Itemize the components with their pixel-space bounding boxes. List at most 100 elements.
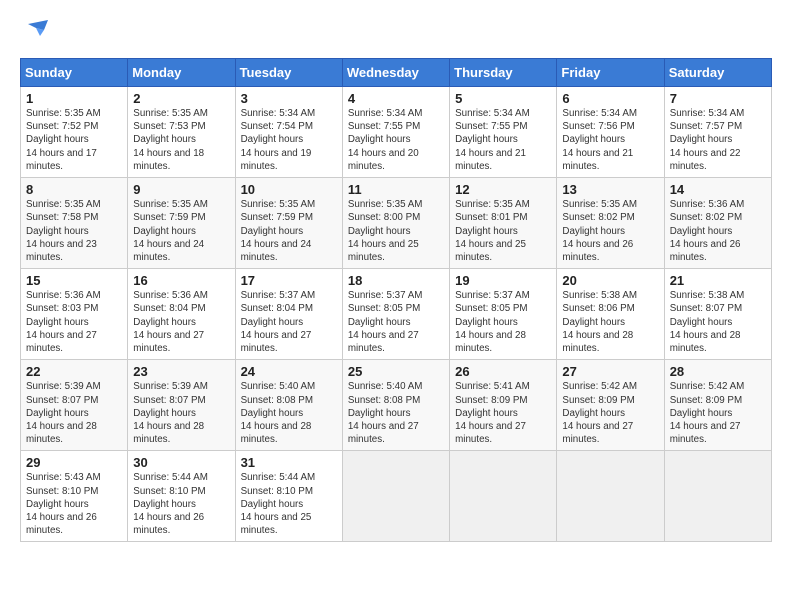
day-info: Sunrise: 5:36 AMSunset: 8:04 PMDaylight … [133,290,208,354]
day-number: 26 [455,364,551,379]
logo [20,16,54,48]
day-number: 16 [133,273,229,288]
day-number: 28 [670,364,766,379]
table-row [664,451,771,542]
day-info: Sunrise: 5:35 AMSunset: 8:00 PMDaylight … [348,199,423,263]
day-info: Sunrise: 5:35 AMSunset: 7:59 PMDaylight … [241,199,316,263]
day-number: 31 [241,455,337,470]
table-row [557,451,664,542]
day-info: Sunrise: 5:34 AMSunset: 7:56 PMDaylight … [562,108,637,172]
day-info: Sunrise: 5:44 AMSunset: 8:10 PMDaylight … [241,472,316,536]
day-info: Sunrise: 5:39 AMSunset: 8:07 PMDaylight … [26,381,101,445]
day-info: Sunrise: 5:41 AMSunset: 8:09 PMDaylight … [455,381,530,445]
day-number: 9 [133,182,229,197]
table-row: 25 Sunrise: 5:40 AMSunset: 8:08 PMDaylig… [342,360,449,451]
day-number: 5 [455,91,551,106]
table-row: 27 Sunrise: 5:42 AMSunset: 8:09 PMDaylig… [557,360,664,451]
calendar-header-row: Sunday Monday Tuesday Wednesday Thursday… [21,59,772,87]
day-number: 13 [562,182,658,197]
day-info: Sunrise: 5:35 AMSunset: 7:53 PMDaylight … [133,108,208,172]
table-row: 20 Sunrise: 5:38 AMSunset: 8:06 PMDaylig… [557,269,664,360]
calendar-week-row: 29 Sunrise: 5:43 AMSunset: 8:10 PMDaylig… [21,451,772,542]
day-number: 6 [562,91,658,106]
day-info: Sunrise: 5:34 AMSunset: 7:54 PMDaylight … [241,108,316,172]
day-number: 22 [26,364,122,379]
day-number: 29 [26,455,122,470]
header-tuesday: Tuesday [235,59,342,87]
day-info: Sunrise: 5:35 AMSunset: 7:58 PMDaylight … [26,199,101,263]
table-row: 12 Sunrise: 5:35 AMSunset: 8:01 PMDaylig… [450,178,557,269]
header-sunday: Sunday [21,59,128,87]
day-number: 4 [348,91,444,106]
table-row: 17 Sunrise: 5:37 AMSunset: 8:04 PMDaylig… [235,269,342,360]
day-info: Sunrise: 5:36 AMSunset: 8:03 PMDaylight … [26,290,101,354]
day-info: Sunrise: 5:35 AMSunset: 8:02 PMDaylight … [562,199,637,263]
day-number: 8 [26,182,122,197]
day-number: 18 [348,273,444,288]
calendar-week-row: 22 Sunrise: 5:39 AMSunset: 8:07 PMDaylig… [21,360,772,451]
day-number: 19 [455,273,551,288]
day-number: 17 [241,273,337,288]
logo-icon [20,16,52,48]
day-info: Sunrise: 5:37 AMSunset: 8:04 PMDaylight … [241,290,316,354]
day-number: 12 [455,182,551,197]
day-info: Sunrise: 5:42 AMSunset: 8:09 PMDaylight … [670,381,745,445]
day-info: Sunrise: 5:35 AMSunset: 7:52 PMDaylight … [26,108,101,172]
header-wednesday: Wednesday [342,59,449,87]
table-row: 28 Sunrise: 5:42 AMSunset: 8:09 PMDaylig… [664,360,771,451]
table-row: 31 Sunrise: 5:44 AMSunset: 8:10 PMDaylig… [235,451,342,542]
day-number: 24 [241,364,337,379]
page: Sunday Monday Tuesday Wednesday Thursday… [0,0,792,612]
table-row: 10 Sunrise: 5:35 AMSunset: 7:59 PMDaylig… [235,178,342,269]
day-info: Sunrise: 5:37 AMSunset: 8:05 PMDaylight … [348,290,423,354]
calendar-week-row: 1 Sunrise: 5:35 AMSunset: 7:52 PMDayligh… [21,87,772,178]
table-row: 29 Sunrise: 5:43 AMSunset: 8:10 PMDaylig… [21,451,128,542]
day-info: Sunrise: 5:39 AMSunset: 8:07 PMDaylight … [133,381,208,445]
day-info: Sunrise: 5:34 AMSunset: 7:57 PMDaylight … [670,108,745,172]
day-info: Sunrise: 5:44 AMSunset: 8:10 PMDaylight … [133,472,208,536]
day-number: 7 [670,91,766,106]
table-row: 3 Sunrise: 5:34 AMSunset: 7:54 PMDayligh… [235,87,342,178]
table-row: 4 Sunrise: 5:34 AMSunset: 7:55 PMDayligh… [342,87,449,178]
table-row: 16 Sunrise: 5:36 AMSunset: 8:04 PMDaylig… [128,269,235,360]
day-info: Sunrise: 5:38 AMSunset: 8:06 PMDaylight … [562,290,637,354]
table-row: 30 Sunrise: 5:44 AMSunset: 8:10 PMDaylig… [128,451,235,542]
day-number: 2 [133,91,229,106]
header-saturday: Saturday [664,59,771,87]
table-row: 5 Sunrise: 5:34 AMSunset: 7:55 PMDayligh… [450,87,557,178]
calendar-week-row: 15 Sunrise: 5:36 AMSunset: 8:03 PMDaylig… [21,269,772,360]
table-row: 7 Sunrise: 5:34 AMSunset: 7:57 PMDayligh… [664,87,771,178]
table-row: 1 Sunrise: 5:35 AMSunset: 7:52 PMDayligh… [21,87,128,178]
day-number: 27 [562,364,658,379]
table-row: 11 Sunrise: 5:35 AMSunset: 8:00 PMDaylig… [342,178,449,269]
day-number: 14 [670,182,766,197]
table-row: 18 Sunrise: 5:37 AMSunset: 8:05 PMDaylig… [342,269,449,360]
table-row: 6 Sunrise: 5:34 AMSunset: 7:56 PMDayligh… [557,87,664,178]
table-row: 14 Sunrise: 5:36 AMSunset: 8:02 PMDaylig… [664,178,771,269]
day-number: 21 [670,273,766,288]
day-number: 20 [562,273,658,288]
day-info: Sunrise: 5:40 AMSunset: 8:08 PMDaylight … [348,381,423,445]
day-number: 25 [348,364,444,379]
header-monday: Monday [128,59,235,87]
table-row [342,451,449,542]
day-info: Sunrise: 5:37 AMSunset: 8:05 PMDaylight … [455,290,530,354]
calendar-week-row: 8 Sunrise: 5:35 AMSunset: 7:58 PMDayligh… [21,178,772,269]
day-number: 30 [133,455,229,470]
table-row: 9 Sunrise: 5:35 AMSunset: 7:59 PMDayligh… [128,178,235,269]
header [20,16,772,48]
table-row: 2 Sunrise: 5:35 AMSunset: 7:53 PMDayligh… [128,87,235,178]
day-info: Sunrise: 5:43 AMSunset: 8:10 PMDaylight … [26,472,101,536]
table-row: 13 Sunrise: 5:35 AMSunset: 8:02 PMDaylig… [557,178,664,269]
day-info: Sunrise: 5:40 AMSunset: 8:08 PMDaylight … [241,381,316,445]
day-info: Sunrise: 5:36 AMSunset: 8:02 PMDaylight … [670,199,745,263]
day-number: 23 [133,364,229,379]
day-info: Sunrise: 5:35 AMSunset: 8:01 PMDaylight … [455,199,530,263]
day-number: 3 [241,91,337,106]
table-row: 22 Sunrise: 5:39 AMSunset: 8:07 PMDaylig… [21,360,128,451]
day-info: Sunrise: 5:35 AMSunset: 7:59 PMDaylight … [133,199,208,263]
day-info: Sunrise: 5:34 AMSunset: 7:55 PMDaylight … [348,108,423,172]
table-row: 19 Sunrise: 5:37 AMSunset: 8:05 PMDaylig… [450,269,557,360]
day-info: Sunrise: 5:34 AMSunset: 7:55 PMDaylight … [455,108,530,172]
header-thursday: Thursday [450,59,557,87]
